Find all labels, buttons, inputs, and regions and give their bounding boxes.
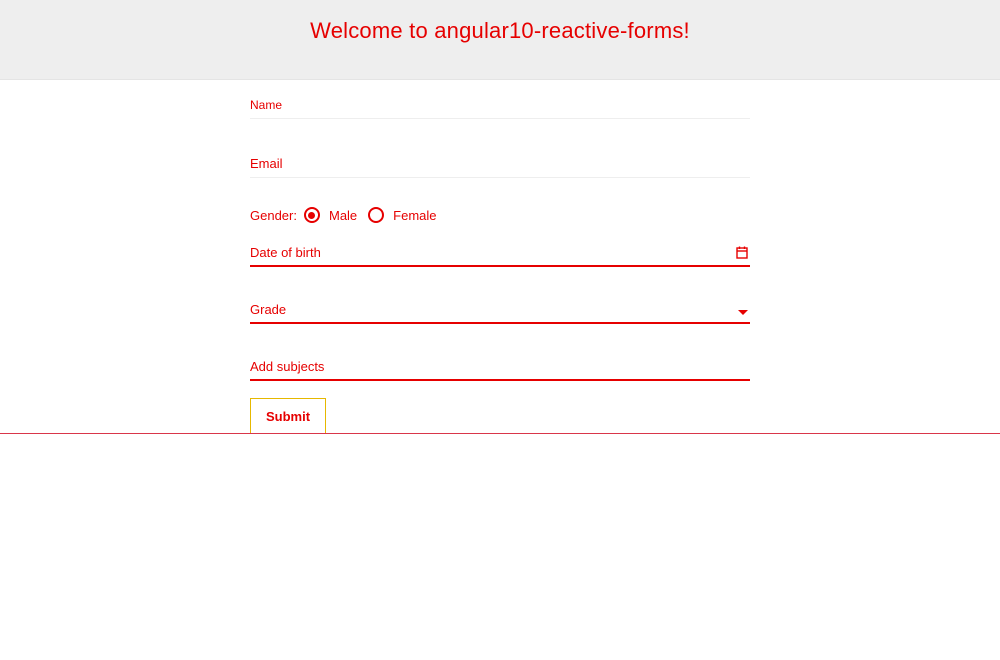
email-label: Email [250, 156, 283, 171]
dob-field[interactable]: Date of birth [250, 244, 750, 270]
calendar-icon[interactable] [736, 246, 748, 262]
name-label: Name [250, 98, 283, 112]
gender-male-label: Male [328, 207, 358, 223]
submit-button[interactable]: Submit [250, 398, 326, 434]
grade-underline [250, 322, 750, 324]
gender-label: Gender: [250, 207, 297, 223]
grade-label: Grade [250, 302, 287, 317]
radio-dot [308, 211, 316, 219]
header-banner: Welcome to angular10-reactive-forms! [0, 0, 1000, 80]
name-field[interactable]: Name [250, 96, 750, 120]
email-underline [250, 177, 750, 178]
dob-underline [250, 265, 750, 267]
subjects-field[interactable]: Add subjects [250, 358, 750, 382]
gender-radio-group: Gender: Male Female [250, 204, 437, 226]
gender-male-radio[interactable] [303, 207, 320, 223]
email-field[interactable]: Email [250, 154, 750, 178]
dob-label: Date of birth [250, 245, 321, 260]
gender-female-radio[interactable] [368, 207, 385, 223]
subjects-label: Add subjects [250, 359, 325, 374]
grade-select[interactable]: Grade [250, 301, 750, 325]
chevron-down-icon[interactable] [738, 305, 748, 318]
name-underline [250, 118, 750, 119]
subjects-underline [250, 379, 750, 381]
page-title: Welcome to angular10-reactive-forms! [310, 18, 690, 43]
gender-female-label: Female [393, 207, 437, 223]
page-divider [0, 433, 1000, 434]
